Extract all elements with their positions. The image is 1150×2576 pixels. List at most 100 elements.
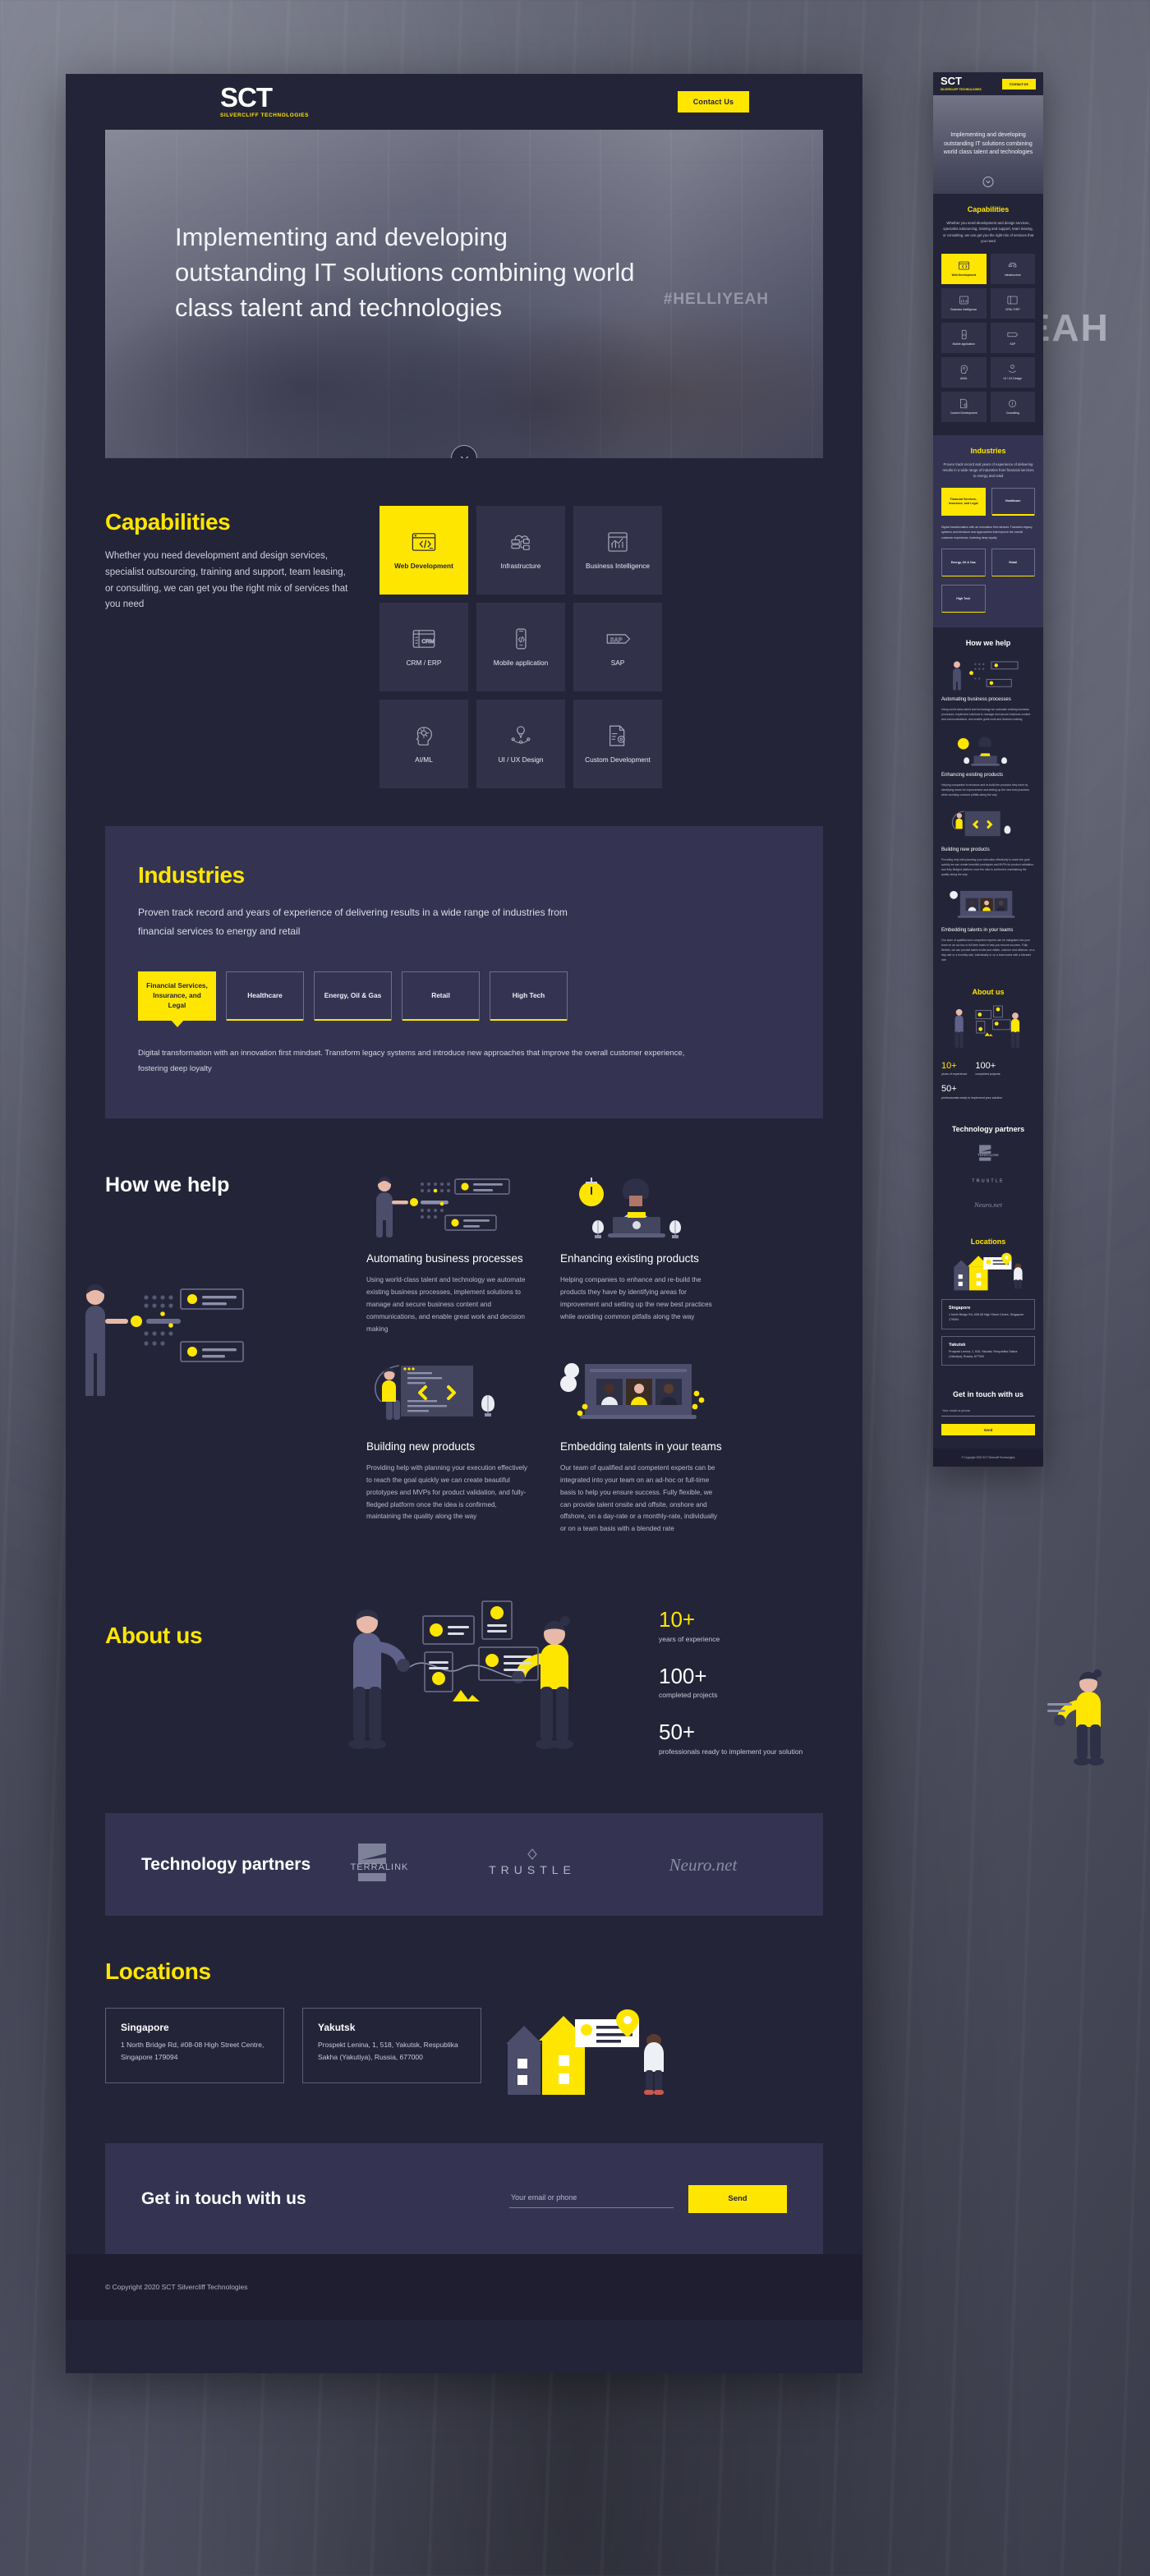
svg-text:TRUSTLE: TRUSTLE: [972, 1179, 1004, 1184]
capability-tile-crm-erp[interactable]: CRM CRM / ERP: [380, 603, 468, 691]
help-card-automating: Automating business processes Using worl…: [366, 1173, 531, 1336]
mobile-help-text: Using world-class talent and technology …: [941, 707, 1031, 721]
mobile-capability-tile-ui-ux-design[interactable]: UI / UX Design: [990, 356, 1035, 388]
mobile-capabilities-grid: Web Development Infrastructure Business …: [941, 253, 1035, 422]
mobile-send-button[interactable]: Send: [941, 1424, 1035, 1436]
hero-banner: Implementing and developing outstanding …: [105, 130, 823, 458]
mobile-locations-title: Locations: [970, 1237, 1006, 1247]
logo[interactable]: SCT SILVERCLIFF TECHNOLOGIES: [220, 82, 309, 119]
mobile-location-address: 1 North Bridge Rd, #08-08 High Street Ce…: [949, 1313, 1024, 1321]
capability-tile-mobile-application[interactable]: Mobile application: [476, 603, 565, 691]
logo-main-text: SCT: [220, 82, 273, 112]
capability-tile-custom-development[interactable]: Custom Development: [573, 700, 662, 788]
capability-tile-infrastructure[interactable]: Infrastructure: [476, 506, 565, 595]
get-in-touch-section: Get in touch with us Send: [105, 2143, 823, 2255]
mobile-industry-tab-retail[interactable]: Retail: [991, 549, 1035, 577]
mobile-location-card-singapore: Singapore 1 North Bridge Rd, #08-08 High…: [941, 1299, 1035, 1329]
svg-text:TERRALINK: TERRALINK: [978, 1153, 1000, 1157]
mobile-capability-tile-custom-development[interactable]: Custom Development: [941, 391, 987, 422]
mobile-industry-tab-financial[interactable]: Financial Services, Insurance, and Legal: [941, 487, 986, 516]
partner-logo-terralink[interactable]: TERRALINK: [340, 1837, 419, 1892]
mobile-capability-tile-business-intelligence[interactable]: Business Intelligence: [941, 287, 987, 319]
phone-code-icon: [516, 628, 527, 650]
send-button[interactable]: Send: [688, 2184, 787, 2213]
how-we-help-heading-block: How we help: [85, 1173, 352, 1536]
mobile-capabilities-section: Capabilities Whether you need developmen…: [933, 194, 1043, 435]
house-map-pin-person-illustration: [506, 2009, 664, 2096]
how-we-help-title: How we help: [105, 1173, 230, 1196]
mobile-industry-tab-energy[interactable]: Energy, Oil & Gas: [941, 549, 986, 577]
capabilities-section: Capabilities Whether you need developmen…: [66, 458, 862, 826]
industry-tab-financial[interactable]: Financial Services, Insurance, and Legal: [138, 971, 216, 1027]
capability-tile-sap[interactable]: SAP SAP: [573, 603, 662, 691]
mobile-capabilities-title: Capabilities: [967, 205, 1010, 214]
capability-label: Infrastructure: [500, 561, 541, 570]
mobile-how-we-help-section: How we help Automating business processe…: [933, 627, 1043, 976]
capability-tile-ai-ml[interactable]: AI/ML: [380, 700, 468, 788]
mobile-industries-body: Digital transformation with an innovatio…: [941, 525, 1033, 540]
mobile-industry-tab-high-tech[interactable]: High Tech: [941, 585, 986, 613]
mobile-capability-label: Web Development: [951, 273, 976, 277]
mobile-industries-section: Industries Proven track record and years…: [933, 434, 1043, 628]
mobile-capability-tile-consulting[interactable]: Consulting: [990, 391, 1035, 422]
mobile-industry-tab-healthcare[interactable]: Healthcare: [991, 487, 1035, 516]
location-address: Prospekt Lenina, 1, 518, Yakutsk, Respub…: [318, 2041, 458, 2061]
help-card-title: Building new products: [366, 1440, 476, 1453]
desktop-mockup: SCT SILVERCLIFF TECHNOLOGIES Contact Us …: [66, 74, 862, 2373]
industry-tab-healthcare[interactable]: Healthcare: [226, 971, 304, 1021]
mobile-capability-label: Business Intelligence: [950, 307, 978, 311]
mobile-capability-tile-ai-ml[interactable]: AI/ML: [941, 356, 987, 388]
trustle-logo: TRUSTLE: [489, 1848, 571, 1876]
email-or-phone-input[interactable]: [509, 2189, 674, 2208]
partner-logo-trustle[interactable]: TRUSTLE: [471, 1839, 594, 1890]
man-pointing-dashboard-illustration: [953, 661, 1019, 691]
help-card-illustration: [366, 1173, 531, 1240]
mobile-about-title: About us: [972, 987, 1005, 996]
sap-logo-icon: SAP: [606, 634, 631, 644]
mobile-industries-description: Proven track record and years of experie…: [942, 461, 1034, 479]
capability-tile-ui-ux-design[interactable]: UI / UX Design: [476, 700, 565, 788]
industry-tab-retail[interactable]: Retail: [402, 971, 480, 1021]
svg-text:CRM: CRM: [421, 639, 435, 645]
mobile-capability-tile-sap[interactable]: SAP: [990, 322, 1035, 353]
mobile-capability-tile-web-development[interactable]: Web Development: [941, 253, 987, 284]
terralink-logo[interactable]: TERRALINK: [968, 1142, 1008, 1164]
site-header: SCT SILVERCLIFF TECHNOLOGIES Contact Us: [66, 74, 862, 130]
industry-tab-energy[interactable]: Energy, Oil & Gas: [314, 971, 392, 1021]
capability-label: AI/ML: [415, 755, 433, 764]
mobile-logo[interactable]: SCT SILVERCLIFF TECHNOLOGIES: [941, 76, 982, 91]
mobile-contact-us-button[interactable]: Contact Us: [1001, 78, 1036, 90]
capability-tile-web-development[interactable]: Web Development: [380, 506, 468, 595]
mobile-get-in-touch-title: Get in touch with us: [953, 1390, 1024, 1399]
mobile-capability-tile-infrastructure[interactable]: Infrastructure: [990, 253, 1035, 284]
partner-logo-neuronet[interactable]: Neuro.net: [646, 1839, 761, 1890]
trustle-logo[interactable]: TRUSTLE: [959, 1171, 1018, 1187]
crm-window-icon: CRM: [412, 630, 435, 648]
copyright-text: © Copyright 2020 SCT Silvercliff Technol…: [105, 2283, 248, 2292]
mobile-capability-tile-crm-erp[interactable]: CRM / ERP: [990, 287, 1035, 319]
mobile-email-or-phone-input[interactable]: [941, 1407, 1035, 1417]
stat-label: completed projects: [659, 1691, 718, 1700]
mobile-capabilities-description: Whether you need development and design …: [942, 221, 1034, 244]
neuronet-logo[interactable]: Neuro.net: [959, 1195, 1018, 1213]
industries-description: Proven track record and years of experie…: [138, 907, 568, 938]
mobile-scroll-down-button[interactable]: [982, 177, 994, 187]
mobile-capability-tile-mobile-application[interactable]: Mobile application: [941, 322, 987, 353]
capability-label: SAP: [610, 658, 625, 667]
mobile-stat-projects: 100+ completed projects: [975, 1061, 1000, 1077]
mobile-location-address: Prospekt Lenina, 1, 518, Yakutsk, Respub…: [949, 1349, 1018, 1358]
about-heading-block: About us: [105, 1593, 269, 1649]
location-city: Yakutsk: [318, 2022, 356, 2034]
industry-tab-high-tech[interactable]: High Tech: [490, 971, 568, 1021]
hero-heading: Implementing and developing outstanding …: [175, 223, 635, 322]
scroll-down-button[interactable]: [451, 445, 477, 458]
capability-tile-business-intelligence[interactable]: Business Intelligence: [573, 506, 662, 595]
help-card-title: Enhancing existing products: [560, 1251, 699, 1265]
industries-tab-body: Digital transformation with an innovatio…: [138, 1048, 685, 1074]
contact-us-button[interactable]: Contact Us: [678, 91, 749, 112]
mobile-about-illustration: [941, 1003, 1035, 1054]
capabilities-title: Capabilities: [105, 509, 231, 535]
chevron-down-icon: [986, 180, 991, 184]
stat-years: 10+ years of experience: [659, 1608, 823, 1644]
mobile-help-card-building: Building new products Providing help wit…: [941, 809, 1035, 878]
